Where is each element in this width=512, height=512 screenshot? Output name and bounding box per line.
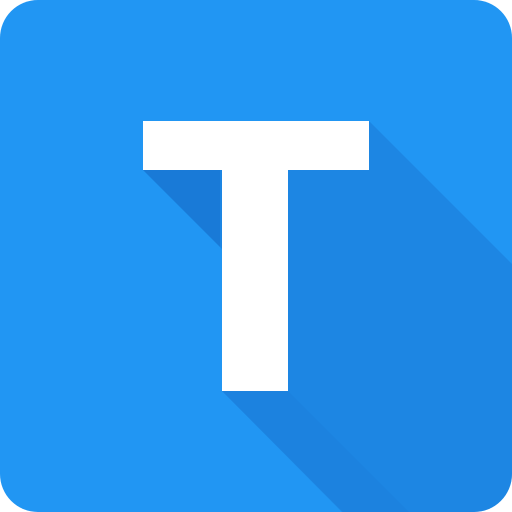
app-icon: T — [0, 0, 512, 512]
letter-t-icon — [0, 0, 512, 512]
